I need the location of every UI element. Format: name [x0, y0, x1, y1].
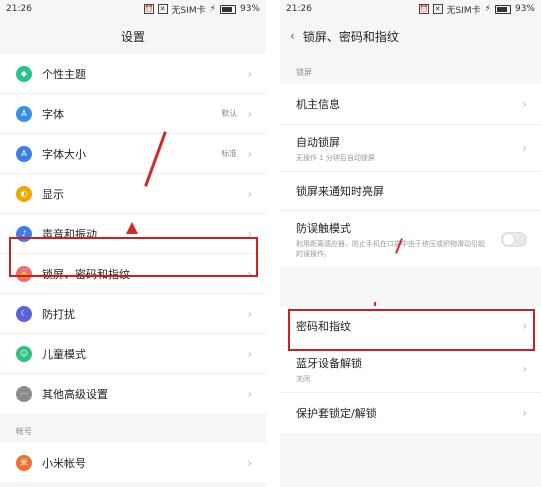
account-list: 米 小米帐号 ›: [0, 443, 266, 482]
settings-item-mi-account[interactable]: 米 小米帐号 ›: [0, 443, 266, 482]
spacer: [280, 267, 541, 307]
page-title: 锁屏、密码和指纹: [302, 29, 399, 44]
annotation-dot: [374, 302, 376, 306]
chevron-right-icon: ›: [247, 226, 252, 241]
chevron-right-icon: ›: [247, 455, 252, 470]
bluetooth-unlock-subtitle: 关闭: [296, 374, 310, 383]
chevron-right-icon: ›: [522, 406, 527, 420]
bluetooth-unlock-item[interactable]: 蓝牙设备解锁 关闭 ›: [280, 345, 541, 392]
settings-item-theme[interactable]: ◆ 个性主题 ›: [0, 54, 266, 93]
owner-info-label: 机主信息: [296, 98, 340, 111]
alarm-icon: ⏰: [418, 4, 429, 14]
chevron-right-icon: ›: [247, 306, 252, 321]
annotation-arrow-icon: [126, 222, 138, 234]
settings-item-label: 其他高级设置: [42, 387, 108, 401]
settings-item-label: 声音和振动: [42, 227, 97, 241]
settings-item-label: 字体: [42, 107, 64, 121]
settings-item-label: 防打扰: [42, 307, 75, 321]
owner-info-item[interactable]: 机主信息 ›: [280, 84, 541, 124]
auto-lock-subtitle: 无操作 1 分钟后自动锁屏: [296, 153, 375, 162]
chevron-right-icon: ›: [522, 97, 527, 111]
battery-icon: [494, 4, 511, 14]
back-arrow-icon[interactable]: ‹: [290, 29, 295, 43]
sim-icon: ✕: [157, 4, 168, 14]
pocket-mode-toggle[interactable]: [501, 231, 527, 247]
lock-icon: 🔒: [16, 265, 32, 282]
more-icon: ⋯: [16, 385, 32, 402]
kids-icon: ☺: [16, 345, 32, 362]
battery-level: 93%: [514, 4, 535, 14]
charging-icon: ⚡: [484, 4, 491, 14]
chevron-right-icon: ›: [247, 146, 252, 161]
battery-level: 93%: [239, 4, 260, 14]
chevron-right-icon: ›: [247, 106, 252, 121]
cover-lock-item[interactable]: 保护套锁定/解锁 ›: [280, 392, 541, 433]
charging-icon: ⚡: [209, 4, 216, 14]
settings-item-label: 儿童模式: [42, 347, 86, 361]
moon-icon: ☾: [16, 305, 32, 322]
cover-lock-label: 保护套锁定/解锁: [296, 407, 377, 420]
chevron-right-icon: ›: [247, 266, 252, 281]
settings-item-do-not-disturb[interactable]: ☾ 防打扰 ›: [0, 293, 266, 333]
display-icon: ◐: [16, 185, 32, 202]
settings-item-font[interactable]: A 字体 默认 ›: [0, 93, 266, 133]
theme-icon: ◆: [16, 65, 32, 82]
status-bar: 21:26 ⏰ ✕ 无SIM卡 ⚡ 93%: [280, 0, 541, 18]
section-label-lock-screen: 锁屏: [296, 68, 312, 77]
settings-item-advanced[interactable]: ⋯ 其他高级设置 ›: [0, 373, 266, 413]
settings-item-value: 标准: [221, 149, 238, 158]
settings-item-font-size[interactable]: A 字体大小 标准 ›: [0, 133, 266, 173]
settings-item-label: 小米帐号: [42, 456, 86, 470]
chevron-right-icon: ›: [522, 319, 527, 333]
chevron-right-icon: ›: [247, 386, 252, 401]
font-size-icon: A: [16, 145, 32, 162]
sound-icon: ♪: [16, 225, 32, 242]
sim-icon: ✕: [432, 4, 443, 14]
settings-item-lock-password-fingerprint[interactable]: 🔒 锁屏、密码和指纹 ›: [0, 253, 266, 293]
settings-item-label: 字体大小: [42, 147, 86, 161]
chevron-right-icon: ›: [247, 346, 252, 361]
font-icon: A: [16, 105, 32, 122]
sim-status: 无SIM卡: [171, 5, 206, 16]
status-time: 21:26: [6, 4, 32, 14]
settings-item-kids-mode[interactable]: ☺ 儿童模式 ›: [0, 333, 266, 373]
wake-on-notification-label: 锁屏来通知时亮屏: [296, 185, 384, 198]
section-label-account: 帐号: [16, 427, 32, 436]
pocket-mode-subtitle: 利用距离感应器，防止手机在口袋中由于挤压或织物滑动引起的误操作。: [296, 239, 485, 258]
wake-on-notification-item[interactable]: 锁屏来通知时亮屏: [280, 171, 541, 210]
page-title: 设置: [120, 29, 145, 44]
settings-item-label: 锁屏、密码和指纹: [42, 267, 130, 281]
page-title-bar: 设置: [0, 18, 266, 54]
status-bar: 21:26 ⏰ ✕ 无SIM卡 ⚡ 93%: [0, 0, 266, 18]
auto-lock-label: 自动锁屏: [296, 135, 340, 149]
chevron-right-icon: ›: [247, 186, 252, 201]
lock-settings-screen: 21:26 ⏰ ✕ 无SIM卡 ⚡ 93% ‹ 锁屏、密码和指纹 锁屏 机主信息…: [280, 0, 541, 487]
alarm-icon: ⏰: [143, 4, 154, 14]
password-fingerprint-item[interactable]: 密码和指纹 ›: [280, 307, 541, 345]
bluetooth-unlock-label: 蓝牙设备解锁: [296, 356, 362, 370]
chevron-right-icon: ›: [247, 66, 252, 81]
battery-icon: [219, 4, 236, 14]
settings-screen: 21:26 ⏰ ✕ 无SIM卡 ⚡ 93% 设置 ◆ 个性主题 › A 字体 默…: [0, 0, 266, 487]
mi-account-icon: 米: [16, 454, 32, 471]
page-title-bar: ‹ 锁屏、密码和指纹: [280, 18, 541, 54]
settings-item-label: 个性主题: [42, 67, 86, 81]
status-time: 21:26: [286, 4, 312, 14]
chevron-right-icon: ›: [522, 362, 527, 376]
sim-status: 无SIM卡: [446, 5, 481, 16]
auto-lock-item[interactable]: 自动锁屏 无操作 1 分钟后自动锁屏 ›: [280, 124, 541, 171]
chevron-right-icon: ›: [522, 141, 527, 155]
settings-item-label: 显示: [42, 187, 64, 201]
pocket-mode-label: 防误触模式: [296, 221, 351, 235]
password-fingerprint-label: 密码和指纹: [296, 320, 351, 333]
settings-item-display[interactable]: ◐ 显示 ›: [0, 173, 266, 213]
settings-item-value: 默认: [221, 109, 238, 118]
pocket-mode-item[interactable]: 防误触模式 利用距离感应器，防止手机在口袋中由于挤压或织物滑动引起的误操作。: [280, 210, 541, 267]
